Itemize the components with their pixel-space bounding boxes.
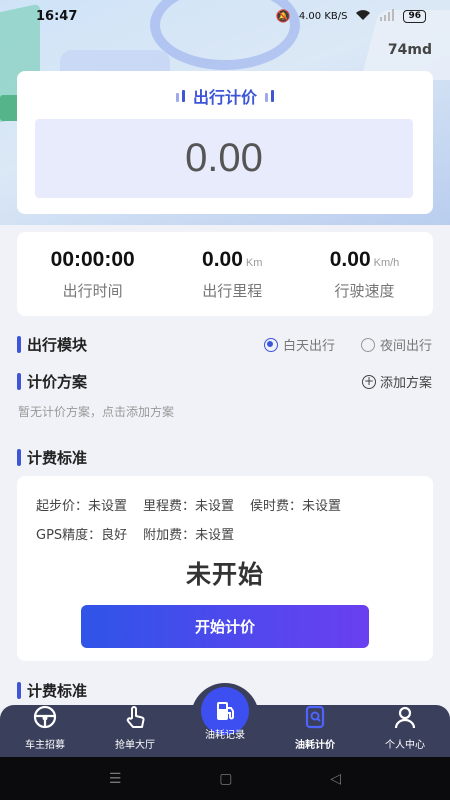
decor-bars-right-icon	[265, 90, 274, 102]
fee-standard-title-2: 计费标准	[17, 680, 87, 701]
metric-speed: 0.00 Km/h 行驶速度	[330, 248, 400, 316]
add-plan-label: 添加方案	[379, 376, 432, 391]
trip-metrics: 00:00:00 出行时间 0.00 Km 出行里程 0.00 Km/h 行驶速度	[17, 232, 433, 316]
radio-night-label: 夜间出行	[379, 339, 432, 354]
metric-time: 00:00:00 出行时间	[51, 248, 135, 316]
extra-fee: 附加费：未设置	[143, 527, 235, 543]
radio-daytime-label: 白天出行	[282, 339, 335, 354]
wifi-icon	[355, 9, 371, 24]
empty-plan-hint[interactable]: 暂无计价方案，点击添加方案	[18, 403, 174, 420]
metric-speed-value: 0.00	[329, 248, 371, 271]
gps-accuracy: GPS精度：良好	[36, 527, 128, 543]
user-code: 74md	[387, 42, 432, 58]
trip-mode-radio-group: 白天出行 夜间出行	[263, 335, 432, 354]
radio-daytime[interactable]: 白天出行	[263, 335, 335, 354]
metric-distance-unit: Km	[245, 257, 263, 269]
start-price: 起步价：未设置	[36, 498, 128, 514]
pricing-plan-title: 计价方案	[17, 371, 87, 392]
add-circle-icon: +	[361, 373, 376, 389]
metric-speed-unit: Km/h	[373, 257, 400, 269]
nav-label: 油耗计价	[295, 740, 335, 751]
nav-item-profile[interactable]: 个人中心	[360, 705, 450, 757]
nav-label: 油耗记录	[205, 730, 245, 741]
radio-night[interactable]: 夜间出行	[360, 335, 432, 354]
pricing-state: 未开始	[185, 560, 264, 589]
status-bar: 16:47 🔕 4.00 KB/S 96	[0, 0, 450, 32]
metric-distance-value: 0.00	[202, 248, 243, 271]
fuel-calc-icon	[302, 704, 328, 733]
hand-tap-icon	[122, 704, 148, 733]
nav-item-owner-recruit[interactable]: 车主招募	[0, 705, 90, 757]
nav-item-grab-order[interactable]: 抢单大厅	[90, 705, 180, 757]
metric-time-value: 00:00:00	[50, 248, 135, 271]
fare-title: 出行计价	[192, 88, 257, 107]
user-icon	[392, 704, 418, 733]
metric-distance-label: 出行里程	[202, 282, 263, 300]
fare-card: 出行计价 0.00	[17, 71, 433, 214]
bottom-nav: 车主招募 抢单大厅 油耗记录 油耗计价 个人中心	[0, 683, 450, 757]
mute-icon: 🔕	[275, 9, 291, 23]
battery-icon: 96	[403, 9, 426, 23]
start-pricing-button[interactable]: 开始计价	[81, 605, 369, 648]
steering-wheel-icon	[32, 704, 58, 733]
fee-standard-title: 计费标准	[17, 447, 87, 468]
menu-icon[interactable]: ☰	[109, 771, 122, 787]
status-time: 16:47	[36, 8, 78, 24]
nav-item-fuel-calc[interactable]: 油耗计价	[270, 705, 360, 757]
net-speed: 4.00 KB/S	[298, 10, 348, 22]
fee-standard-card: 起步价：未设置 里程费：未设置 侯时费：未设置 GPS精度：良好 附加费：未设置…	[17, 476, 433, 661]
waiting-fee: 侯时费：未设置	[250, 498, 342, 514]
fee-row-2: GPS精度：良好 附加费：未设置	[36, 521, 414, 545]
metric-distance: 0.00 Km 出行里程	[202, 248, 262, 316]
metric-time-label: 出行时间	[62, 282, 123, 300]
radio-checked-icon	[263, 337, 278, 352]
mileage-fee: 里程费：未设置	[143, 498, 235, 514]
nav-label: 抢单大厅	[115, 740, 155, 751]
signal-icon	[379, 8, 395, 24]
metric-speed-label: 行驶速度	[334, 282, 395, 300]
system-nav-bar: ☰ ▢ ◁	[0, 757, 450, 800]
fee-row-1: 起步价：未设置 里程费：未设置 侯时费：未设置	[36, 492, 414, 516]
fare-title-row: 出行计价	[35, 83, 415, 109]
home-icon[interactable]: ▢	[219, 771, 232, 787]
add-plan-button[interactable]: + 添加方案	[361, 372, 432, 391]
nav-label: 个人中心	[385, 740, 425, 751]
decor-bars-left-icon	[175, 90, 185, 102]
fare-amount: 0.00	[35, 119, 413, 198]
trip-module-title: 出行模块	[17, 334, 87, 355]
nav-item-fuel-record[interactable]: 油耗记录	[180, 683, 270, 757]
back-icon[interactable]: ◁	[330, 771, 341, 787]
nav-label: 车主招募	[25, 740, 65, 751]
radio-unchecked-icon	[360, 337, 375, 352]
